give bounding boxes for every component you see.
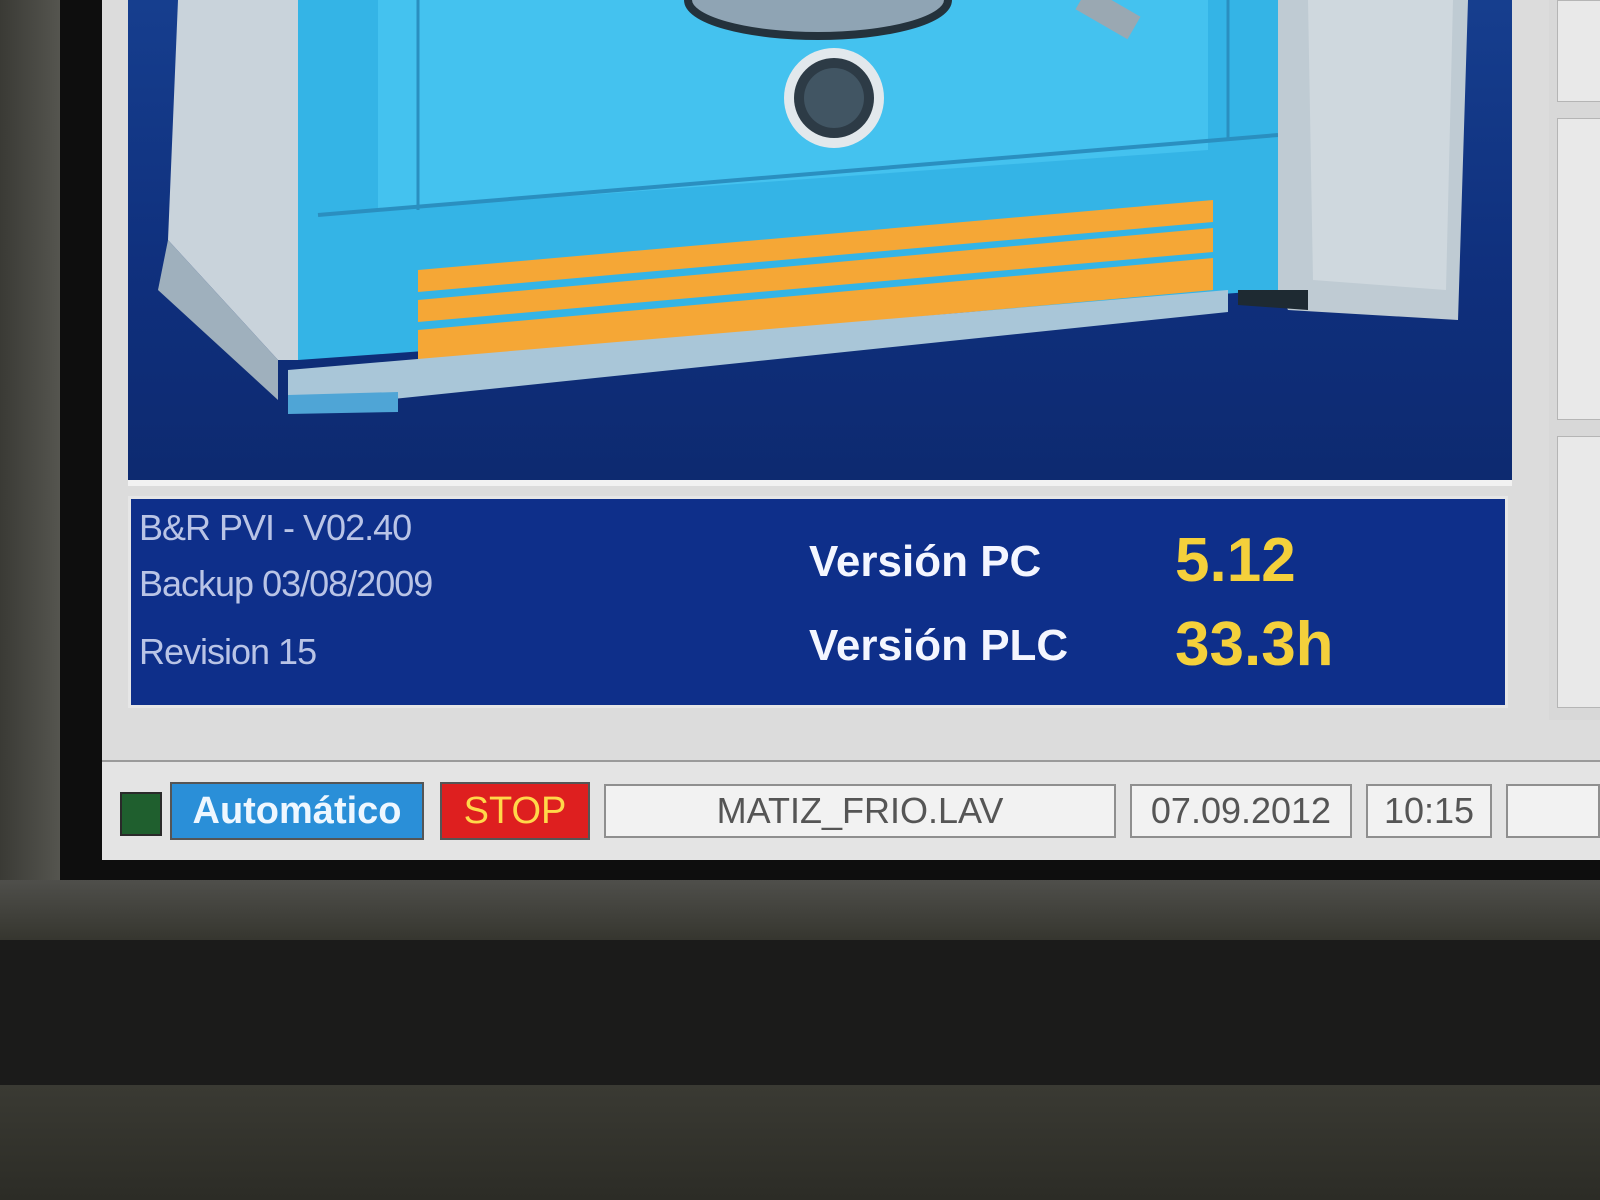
monitor-bezel-bottom — [0, 880, 1600, 940]
pvi-version-text: B&R PVI - V02.40 — [139, 507, 412, 548]
hmi-window: B&R PVI - V02.40 Backup 03/08/2009 Revis… — [102, 0, 1600, 860]
washing-machine-illustration — [158, 0, 1468, 414]
washing-machine-graphic — [128, 0, 1512, 486]
status-led-icon — [120, 792, 162, 836]
stop-button[interactable]: STOP — [440, 782, 590, 840]
side-button-2[interactable] — [1557, 118, 1600, 420]
hmi-screen: B&R PVI - V02.40 Backup 03/08/2009 Revis… — [60, 0, 1600, 880]
version-info-panel: B&R PVI - V02.40 Backup 03/08/2009 Revis… — [128, 496, 1508, 708]
plc-version-value: 33.3h — [1175, 610, 1334, 679]
extra-status-field — [1506, 784, 1600, 838]
time-field: 10:15 — [1366, 784, 1492, 838]
monitor-stand-area — [0, 1085, 1600, 1200]
date-field: 07.09.2012 — [1130, 784, 1352, 838]
right-side-panel — [1549, 0, 1600, 720]
side-button-1[interactable] — [1557, 0, 1600, 102]
monitor-bezel-left — [0, 0, 60, 890]
pc-version-label: Versión PC — [809, 537, 1042, 586]
automatic-mode-button[interactable]: Automático — [170, 782, 424, 840]
side-button-3[interactable] — [1557, 436, 1600, 708]
revision-text: Revision 15 — [139, 631, 317, 672]
status-bar: Automático STOP MATIZ_FRIO.LAV 07.09.201… — [102, 760, 1600, 860]
backup-date-text: Backup 03/08/2009 — [139, 563, 433, 604]
pc-version-value: 5.12 — [1175, 526, 1296, 595]
program-file-field: MATIZ_FRIO.LAV — [604, 784, 1116, 838]
plc-version-label: Versión PLC — [809, 621, 1069, 670]
